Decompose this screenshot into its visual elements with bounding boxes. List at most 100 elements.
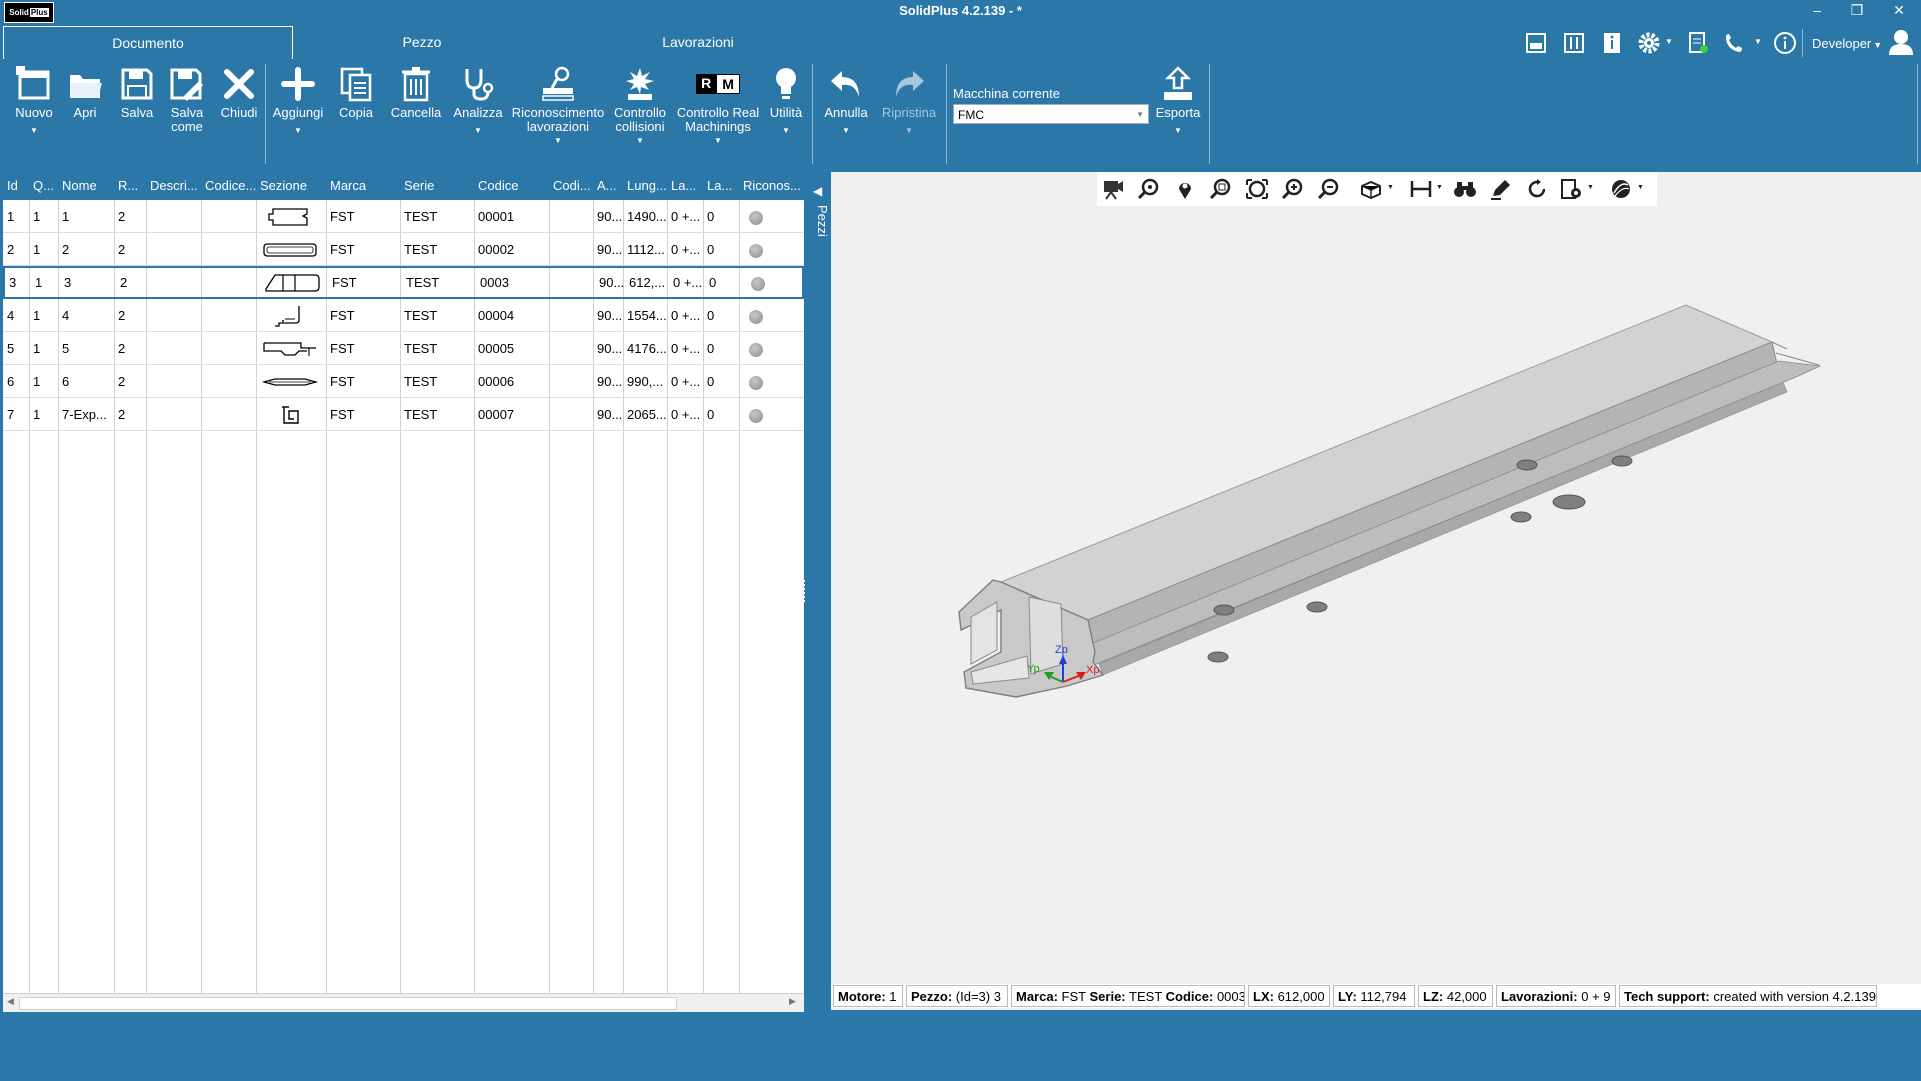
scroll-left-icon[interactable]: ◀: [7, 996, 14, 1007]
table-row-selected[interactable]: 3 1 3 2 FST TEST 0003 90... 612,... 0 +.…: [3, 266, 804, 299]
col-codice-1[interactable]: Codice...: [201, 172, 256, 200]
controllo-collisioni-button[interactable]: Controllo collisioni ▼: [612, 64, 668, 148]
cell-serie: TEST: [404, 242, 438, 257]
scrollbar-thumb[interactable]: [19, 997, 677, 1010]
status-lavorazioni-value: 0 + 9: [1581, 989, 1611, 1004]
cell-la-1: 0 +...: [671, 341, 701, 356]
utilita-button[interactable]: Utilità ▼: [764, 64, 808, 138]
gear-dropdown-icon[interactable]: ▼: [1665, 37, 1673, 46]
controllo-real-machinings-button[interactable]: RM Controllo Real Machinings ▼: [674, 64, 762, 148]
restore-button[interactable]: ❐: [1842, 2, 1872, 19]
cell-a: 90...: [597, 242, 623, 257]
cell-nome: 7-Exp...: [62, 407, 107, 422]
col-r[interactable]: R...: [114, 172, 146, 200]
col-codice[interactable]: Codice: [474, 172, 549, 200]
info-icon[interactable]: [1600, 31, 1624, 55]
table-row[interactable]: 2 1 2 2 FST TEST 00002 90... 1112... 0 +…: [3, 233, 804, 266]
status-tech-value: created with version 4.2.139: [1713, 989, 1876, 1004]
col-la-1[interactable]: La...: [667, 172, 703, 200]
col-descrizione[interactable]: Descri...: [146, 172, 201, 200]
cell-id: 4: [7, 308, 15, 323]
pezzi-tab-label: Pezzi: [815, 205, 830, 237]
chiudi-button[interactable]: Chiudi: [214, 64, 264, 120]
table-row[interactable]: 7 1 7-Exp... 2 FST TEST 00007 90... 2065…: [3, 398, 804, 431]
col-id[interactable]: Id: [3, 172, 29, 200]
table-row[interactable]: 6 1 6 2 FST TEST 00006 90... 990,... 0 +…: [3, 365, 804, 398]
col-nome[interactable]: Nome: [58, 172, 113, 200]
minimize-button[interactable]: –: [1802, 2, 1832, 18]
annulla-dropdown-icon: ▼: [842, 126, 850, 135]
esporta-button[interactable]: Esporta ▼: [1152, 64, 1204, 138]
cell-la-1: 0 +...: [671, 407, 701, 422]
table-row[interactable]: 1 1 1 2 FST TEST 00001 90... 1490... 0 +…: [3, 200, 804, 233]
gear-icon[interactable]: [1636, 30, 1662, 56]
cell-codice: 00004: [478, 308, 515, 323]
cell-codice: 00006: [478, 374, 515, 389]
status-tech-support: Tech support: created with version 4.2.1…: [1619, 985, 1877, 1007]
collapse-arrow-icon[interactable]: ◀: [813, 184, 822, 198]
cell-r: 2: [120, 275, 128, 290]
tab-lavorazioni[interactable]: Lavorazioni: [636, 26, 760, 58]
layout-icon[interactable]: [1524, 31, 1548, 55]
user-avatar-icon[interactable]: [1888, 28, 1914, 56]
ripristina-button[interactable]: Ripristina ▼: [878, 64, 940, 138]
status-ly: LY: 112,794: [1333, 985, 1415, 1007]
table-row[interactable]: 5 1 5 2 FST TEST 00005 90... 4176... 0 +…: [3, 332, 804, 365]
tab-documento[interactable]: Documento: [3, 26, 293, 59]
phone-dropdown-icon[interactable]: ▼: [1754, 37, 1762, 46]
phone-support-icon[interactable]: [1722, 31, 1748, 55]
cell-r: 2: [118, 341, 126, 356]
profile-3d-model[interactable]: Zp Xp Yp: [831, 172, 1921, 982]
cell-la-2: 0: [707, 374, 715, 389]
scroll-right-icon[interactable]: ▶: [789, 996, 796, 1007]
close-window-button[interactable]: ✕: [1884, 2, 1914, 19]
cell-r: 2: [118, 242, 126, 257]
cell-a: 90...: [597, 374, 623, 389]
col-marca[interactable]: Marca: [326, 172, 400, 200]
cell-riconoscimento: [739, 200, 804, 233]
col-sezione[interactable]: Sezione: [256, 172, 326, 200]
about-icon[interactable]: [1773, 31, 1797, 55]
col-la-2[interactable]: La...: [703, 172, 739, 200]
cancella-button[interactable]: Cancella: [388, 64, 444, 120]
col-a[interactable]: A...: [593, 172, 623, 200]
tab-pezzo[interactable]: Pezzo: [360, 26, 484, 58]
table-row[interactable]: 4 1 4 2 FST TEST 00004 90... 1554... 0 +…: [3, 299, 804, 332]
status-dot-icon: [751, 276, 765, 291]
nuovo-button[interactable]: Nuovo ▼: [8, 64, 60, 138]
pezzi-side-tab[interactable]: [810, 172, 830, 1012]
cell-la-1: 0 +...: [671, 308, 701, 323]
cell-lunghezza: 2065...: [627, 407, 667, 422]
grid-horizontal-scrollbar[interactable]: ◀ ▶: [3, 993, 804, 1012]
stethoscope-icon: [465, 69, 494, 101]
salva-come-button[interactable]: Salva come: [163, 64, 211, 134]
ribbon-separator: [265, 64, 266, 164]
section-profile-icon: [263, 243, 317, 257]
col-serie[interactable]: Serie: [400, 172, 474, 200]
copia-button[interactable]: Copia: [334, 64, 378, 120]
report-icon[interactable]: [1686, 31, 1710, 55]
splitter-grip[interactable]: [803, 580, 807, 602]
cell-marca: FST: [332, 275, 357, 290]
cell-id: 1: [7, 209, 15, 224]
user-menu[interactable]: Developer ▼: [1812, 36, 1882, 51]
annulla-button[interactable]: Annulla ▼: [818, 64, 874, 138]
col-q[interactable]: Q...: [29, 172, 55, 200]
riconoscimento-lavorazioni-button[interactable]: Riconoscimento lavorazioni ▼: [510, 64, 606, 148]
cell-marca: FST: [330, 407, 355, 422]
col-lunghezza[interactable]: Lung...: [623, 172, 667, 200]
cell-riconoscimento: [741, 266, 804, 299]
aggiungi-button[interactable]: Aggiungi ▼: [270, 64, 326, 138]
col-codi[interactable]: Codi...: [549, 172, 593, 200]
analizza-button[interactable]: Analizza ▼: [450, 64, 506, 138]
macchina-corrente-select[interactable]: FMC ▼: [953, 104, 1149, 124]
cell-la-1: 0 +...: [673, 275, 703, 290]
cell-id: 3: [9, 275, 17, 290]
apri-button[interactable]: Apri: [64, 64, 106, 120]
chiudi-label: Chiudi: [220, 105, 258, 120]
col-riconoscimento[interactable]: Riconos...: [739, 172, 804, 200]
panel-icon[interactable]: [1562, 31, 1586, 55]
user-name: Developer: [1812, 36, 1872, 51]
salva-button[interactable]: Salva: [114, 64, 160, 120]
cell-serie: TEST: [404, 308, 438, 323]
